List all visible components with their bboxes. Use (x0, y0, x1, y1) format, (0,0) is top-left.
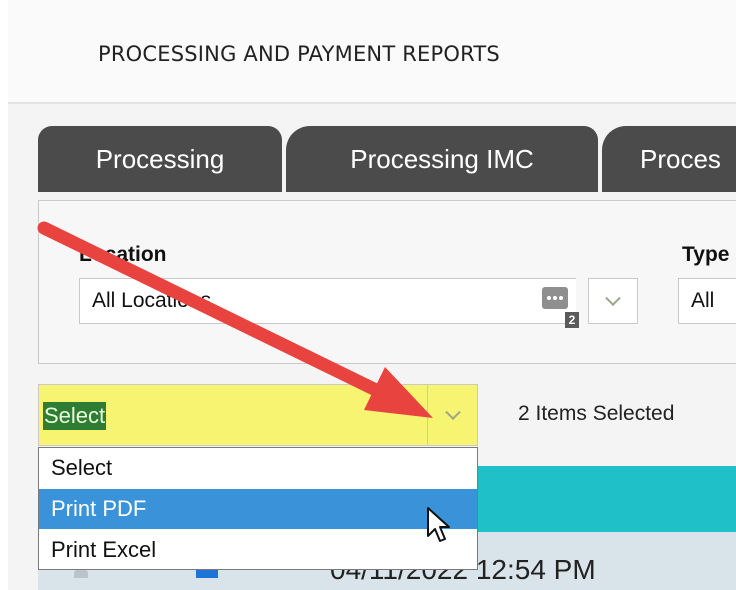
red-arrow-annotation (37, 221, 433, 418)
